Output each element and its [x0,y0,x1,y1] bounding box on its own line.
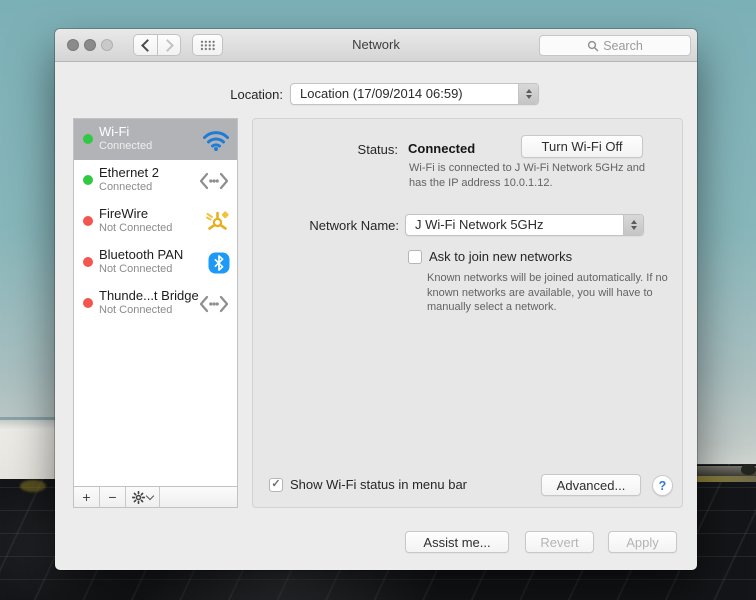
turn-wifi-off-button[interactable]: Turn Wi-Fi Off [521,135,643,158]
ethernet-icon [199,172,229,189]
search-icon [588,40,599,51]
assist-me-button[interactable]: Assist me... [405,531,509,553]
apply-button[interactable]: Apply [608,531,677,553]
network-services-list: Wi-Fi Connected Ethernet 2 Connected Fir… [73,118,238,508]
roof-moss [20,480,46,492]
stepper-arrows-icon [623,215,643,235]
service-name: Thunde...t Bridge [99,288,199,303]
disconnected-status-dot [83,298,93,308]
forward-button[interactable] [157,34,181,56]
remove-service-button[interactable]: − [100,487,126,507]
location-select[interactable]: Location (17/09/2014 06:59) [290,83,539,105]
chevron-right-icon [161,38,174,52]
wall-roofline [0,417,58,420]
firewire-icon [206,210,229,230]
disconnected-status-dot [83,257,93,267]
list-item-ethernet-2[interactable]: Ethernet 2 Connected [74,160,237,201]
stepper-arrows-icon [518,84,538,104]
wifi-detail-panel: Status: Connected Turn Wi-Fi Off Wi-Fi i… [252,118,683,508]
connected-status-dot [83,134,93,144]
status-description: Wi-Fi is connected to J Wi-Fi Network 5G… [409,162,645,189]
location-label: Location: [230,87,283,102]
bridge-icon [199,295,229,312]
service-name: Wi-Fi [99,124,130,139]
roof-ridge-beam [697,476,756,482]
white-wall [0,417,58,479]
service-status: Not Connected [99,263,173,275]
list-item-bluetooth-pan[interactable]: Bluetooth PAN Not Connected [74,242,237,283]
wifi-icon [203,130,229,151]
close-window-button[interactable] [67,39,79,51]
nav-button-group [133,34,181,56]
add-service-button[interactable]: + [74,487,100,507]
show-wifi-menubar-label: Show Wi-Fi status in menu bar [290,477,468,492]
connected-status-dot [83,175,93,185]
back-button[interactable] [133,34,157,56]
network-name-select[interactable]: J Wi-Fi Network 5GHz [405,214,644,236]
service-status: Connected [99,181,153,193]
list-item-firewire[interactable]: FireWire Not Connected [74,201,237,242]
list-item-wifi[interactable]: Wi-Fi Connected [74,119,237,160]
advanced-button[interactable]: Advanced... [541,474,641,496]
search-placeholder: Search [603,38,643,53]
disconnected-status-dot [83,216,93,226]
service-name: FireWire [99,206,149,221]
service-name: Bluetooth PAN [99,247,184,262]
chevron-left-icon [140,38,154,52]
ask-to-join-label: Ask to join new networks [429,249,573,264]
ask-to-join-description: Known networks will be joined automatica… [427,272,668,313]
zoom-window-button[interactable] [101,39,113,51]
status-label: Status: [357,142,398,157]
bluetooth-icon [208,252,230,273]
show-wifi-menubar-checkbox[interactable]: ✓ [269,478,283,492]
revert-button[interactable]: Revert [525,531,594,553]
ask-to-join-checkbox[interactable]: ✓ [408,250,422,264]
minimize-window-button[interactable] [84,39,96,51]
help-button[interactable]: ? [652,475,673,496]
service-actions-bar: + − [74,486,237,507]
service-status: Not Connected [99,304,173,316]
bird-silhouette [741,464,756,475]
desktop-background: Network Search Location: Location (17/09… [0,0,756,600]
grid-icon [200,39,215,51]
network-name-value: J Wi-Fi Network 5GHz [415,217,544,232]
titlebar[interactable]: Network Search [55,29,697,62]
gear-icon [132,490,145,504]
show-all-button[interactable] [192,34,223,56]
service-name: Ethernet 2 [99,165,159,180]
service-status: Not Connected [99,222,173,234]
search-input[interactable]: Search [539,35,691,56]
status-value: Connected [408,141,476,156]
chevron-down-icon [145,491,155,501]
network-preferences-window: Network Search Location: Location (17/09… [55,29,697,570]
service-status: Connected [99,140,153,152]
service-options-button[interactable] [126,487,160,507]
list-item-thunderbolt-bridge[interactable]: Thunde...t Bridge Not Connected [74,283,237,324]
network-name-label: Network Name: [309,218,399,233]
checkmark-icon: ✓ [271,478,281,490]
location-value: Location (17/09/2014 06:59) [300,86,463,101]
